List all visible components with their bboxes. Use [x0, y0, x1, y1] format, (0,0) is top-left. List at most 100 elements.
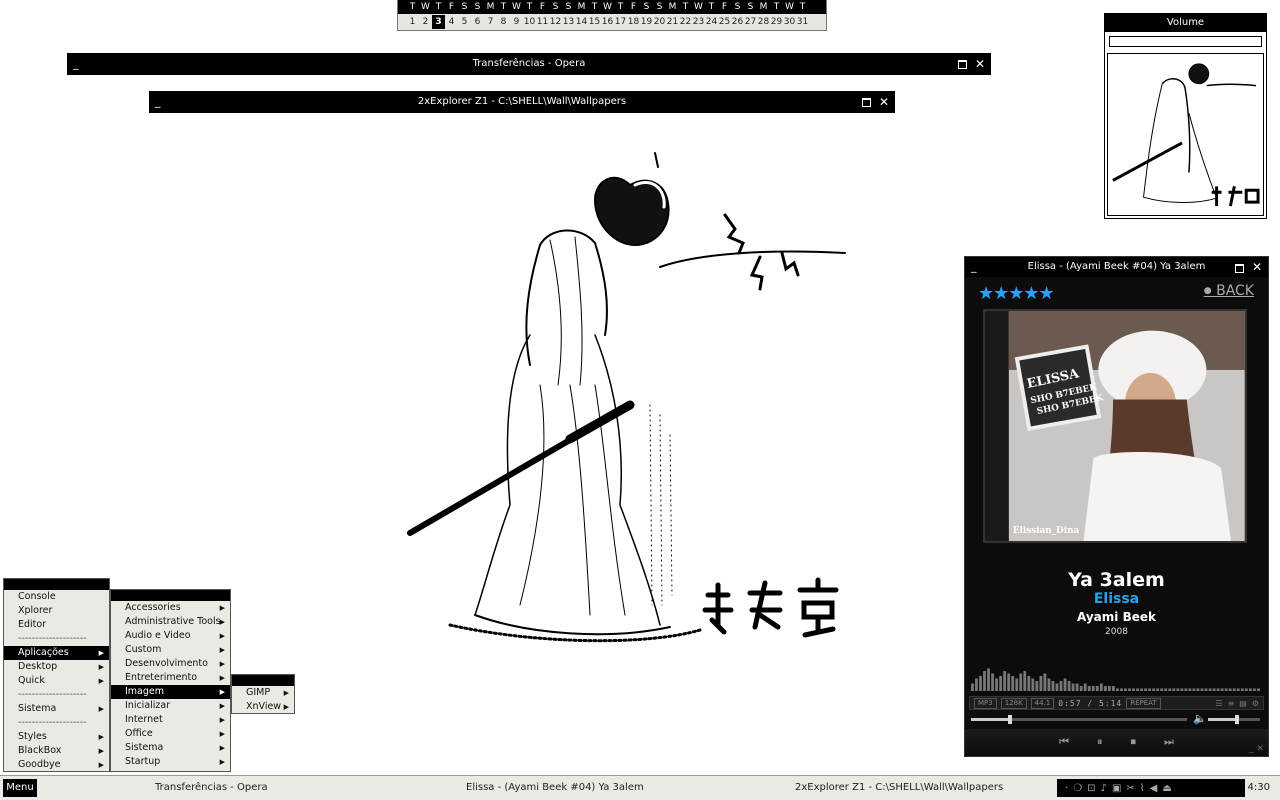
settings-icon[interactable]: ⚙	[1252, 699, 1259, 708]
minimize-button[interactable]: _	[73, 53, 79, 75]
calendar-day[interactable]: 19	[640, 15, 653, 29]
equalizer-icon[interactable]: ≡	[1228, 699, 1235, 708]
back-button[interactable]: ● BACK	[1204, 283, 1254, 299]
menu-item[interactable]: Desktop ▶	[4, 660, 109, 674]
speaker-icon[interactable]: ◀	[1150, 783, 1158, 794]
menu-item[interactable]: Sistema ▶	[111, 741, 230, 755]
playlist-icon[interactable]: ☰	[1215, 699, 1222, 708]
calendar-day[interactable]: 5	[458, 15, 471, 29]
window-icon[interactable]: ▣	[1112, 783, 1121, 794]
menu-item[interactable]: Custom ▶	[111, 643, 230, 657]
calendar-day[interactable]: 16	[601, 15, 614, 29]
pause-icon[interactable]: ⏸	[1097, 735, 1103, 749]
calendar-day[interactable]: 6	[471, 15, 484, 29]
player-titlebar[interactable]: _ Elissa - (Ayami Beek #04) Ya 3alem ✕	[965, 257, 1268, 277]
menu-item[interactable]: Office ▶	[111, 727, 230, 741]
menu-item[interactable]: Accessories ▶	[111, 601, 230, 615]
calendar-day[interactable]: 28	[757, 15, 770, 29]
maximize-button[interactable]	[957, 60, 967, 69]
calendar-day[interactable]: 26	[731, 15, 744, 29]
calendar-day[interactable]: 10	[523, 15, 536, 29]
calendar-day[interactable]: 8	[497, 15, 510, 29]
calendar-day[interactable]: 24	[705, 15, 718, 29]
close-button[interactable]: ✕	[975, 53, 985, 75]
menu-item[interactable]: Xplorer	[4, 604, 109, 618]
menu-item[interactable]: Goodbye ▶	[4, 758, 109, 772]
network-icon[interactable]: ⊡	[1087, 783, 1095, 794]
stop-icon[interactable]: ⏹	[1131, 735, 1137, 749]
eject-icon[interactable]: ⏏	[1162, 783, 1171, 794]
minimize-button[interactable]: _	[155, 91, 161, 113]
menu-button[interactable]: Menu	[3, 779, 37, 797]
calendar-day[interactable]: 30	[783, 15, 796, 29]
calendar-day[interactable]: 22	[679, 15, 692, 29]
close-button[interactable]: ✕	[1252, 257, 1262, 277]
menu-item[interactable]: Sistema ▶	[4, 702, 109, 716]
calendar-day[interactable]: 1	[406, 15, 419, 29]
seek-bar[interactable]	[971, 715, 1187, 724]
menu-item[interactable]: Internet ▶	[111, 713, 230, 727]
menu-item[interactable]: Imagem ▶	[111, 685, 230, 699]
calendar-day[interactable]: 2	[419, 15, 432, 29]
task-player[interactable]: Elissa - (Ayami Beek #04) Ya 3alem	[466, 776, 644, 800]
seek-knob[interactable]	[1007, 715, 1012, 724]
previous-icon[interactable]: ⏮	[1059, 735, 1069, 749]
weekday-label: S	[552, 2, 559, 12]
menu-item[interactable]: Quick ▶	[4, 674, 109, 688]
calendar-day[interactable]: 7	[484, 15, 497, 29]
next-icon[interactable]: ⏭	[1164, 735, 1174, 749]
calendar-day[interactable]: 27	[744, 15, 757, 29]
speaker-icon[interactable]: 🔈	[1193, 712, 1207, 725]
menu-item[interactable]: Entreterimento ▶	[111, 671, 230, 685]
menu-item[interactable]: Desenvolvimento ▶	[111, 657, 230, 671]
menu-item[interactable]: Administrative Tools ▶	[111, 615, 230, 629]
menu-item[interactable]: Audio e Video ▶	[111, 629, 230, 643]
menu-item[interactable]: GIMP ▶	[232, 686, 294, 700]
calendar-day[interactable]: 12	[549, 15, 562, 29]
calendar-day[interactable]: 14	[575, 15, 588, 29]
player-volume-slider[interactable]	[1208, 715, 1260, 724]
volume-slider[interactable]	[1109, 36, 1262, 47]
explorer-window-titlebar[interactable]: _ 2xExplorer Z1 - C:\SHELL\Wall\Wallpape…	[149, 91, 895, 113]
menu-item[interactable]: XnView ▶	[232, 700, 294, 714]
opera-window-titlebar[interactable]: _ Transferências - Opera ✕	[67, 53, 991, 75]
repeat-button[interactable]: REPEAT	[1126, 697, 1161, 709]
visualizer-bar	[1136, 688, 1139, 691]
menu-item[interactable]: Startup ▶	[111, 755, 230, 769]
minimize-button[interactable]: _	[971, 257, 977, 277]
player-footer[interactable]: _ ✕	[1249, 744, 1264, 754]
menu-item[interactable]: Console	[4, 590, 109, 604]
sound-icon[interactable]: ♪	[1101, 783, 1107, 794]
menu-item[interactable]: Styles ▶	[4, 730, 109, 744]
calendar-day[interactable]: 31	[796, 15, 809, 29]
calendar-today[interactable]: 3	[432, 15, 445, 29]
calendar-day[interactable]: 13	[562, 15, 575, 29]
menu-item[interactable]: Aplicações ▶	[4, 646, 109, 660]
calendar-day[interactable]: 17	[614, 15, 627, 29]
menu-item[interactable]: Editor	[4, 618, 109, 632]
task-opera[interactable]: Transferências - Opera	[155, 776, 268, 800]
calendar-day[interactable]: 25	[718, 15, 731, 29]
dot-icon[interactable]: ·	[1065, 783, 1068, 794]
calendar-day[interactable]: 23	[692, 15, 705, 29]
calendar-day[interactable]: 20	[653, 15, 666, 29]
calendar-day[interactable]: 11	[536, 15, 549, 29]
calendar-day[interactable]: 15	[588, 15, 601, 29]
library-icon[interactable]: ▤	[1239, 699, 1247, 708]
calendar-day[interactable]: 9	[510, 15, 523, 29]
calendar-day[interactable]: 4	[445, 15, 458, 29]
task-explorer[interactable]: 2xExplorer Z1 - C:\SHELL\Wall\Wallpapers	[795, 776, 1003, 800]
menu-item[interactable]: Inicializar ▶	[111, 699, 230, 713]
menu-item[interactable]: BlackBox ▶	[4, 744, 109, 758]
player-volume-knob[interactable]	[1234, 715, 1239, 724]
calendar-day[interactable]: 29	[770, 15, 783, 29]
maximize-button[interactable]	[1234, 264, 1244, 273]
tools-icon[interactable]: ✂	[1126, 783, 1134, 794]
wifi-icon[interactable]: ⌇	[1140, 783, 1145, 794]
maximize-button[interactable]	[861, 98, 871, 107]
calendar-day[interactable]: 18	[627, 15, 640, 29]
calendar-day[interactable]: 21	[666, 15, 679, 29]
flame-icon[interactable]: ❍	[1073, 783, 1082, 794]
rating-stars[interactable]: ★★★★★	[978, 283, 1055, 304]
close-button[interactable]: ✕	[879, 91, 889, 113]
